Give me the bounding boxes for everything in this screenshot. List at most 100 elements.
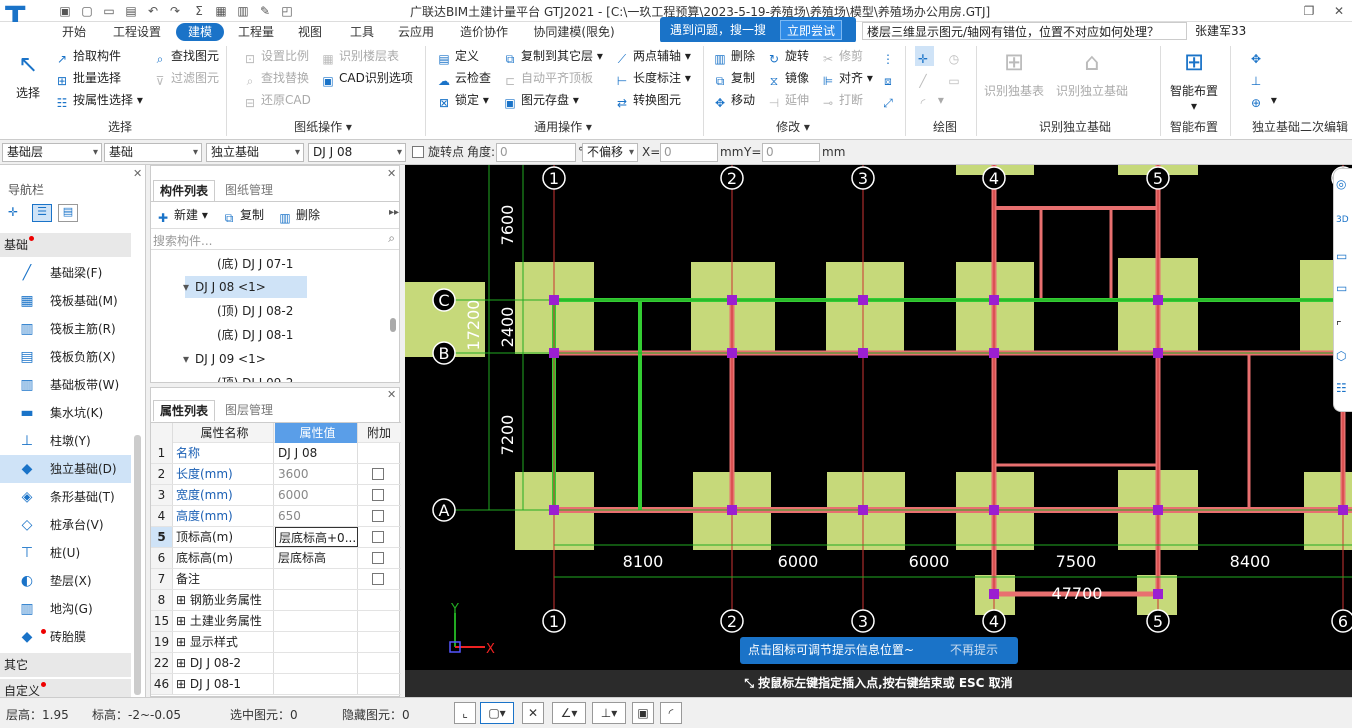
move-button[interactable]: ✥ 移动 [712, 90, 755, 110]
find-element-button[interactable]: ⌕ 查找图元 [152, 46, 219, 66]
arc-toggle-icon[interactable]: ◜ [660, 702, 682, 724]
offset-icon[interactable]: ⧈ [880, 68, 899, 88]
3d-icon[interactable]: 3D [1336, 215, 1349, 225]
more-modify-icon-1[interactable]: ⋮ [880, 46, 899, 66]
tree-item[interactable]: (顶) DJ J 08-2 [217, 300, 293, 322]
tab-property-list[interactable]: 属性列表 [153, 400, 216, 421]
property-value[interactable] [275, 632, 358, 652]
tab-quantity[interactable]: 工程量 [230, 23, 282, 41]
tree-item[interactable]: (底) DJ J 07-1 [217, 253, 293, 275]
align-button[interactable]: ⊫ 对齐 ▾ [820, 68, 873, 88]
component-type-select[interactable]: 独立基础 [206, 143, 304, 162]
extra-checkbox[interactable] [372, 552, 384, 564]
nav-scrollbar[interactable] [134, 435, 141, 695]
property-value[interactable]: 6000 [275, 485, 358, 505]
extend-button[interactable]: ⊣ 延伸 [766, 90, 809, 110]
property-value[interactable] [275, 611, 358, 631]
auto-align-slab-button[interactable]: ⊏ 自动平齐顶板 [502, 68, 593, 88]
expand-icon[interactable]: ▾ [183, 348, 189, 370]
point-draw-button[interactable]: ✛ [915, 46, 934, 66]
restore-icon[interactable]: ❐ [1300, 2, 1318, 20]
pick-component-button[interactable]: ↗ 拾取构件 [54, 46, 121, 66]
identify-table-button[interactable]: ⊞ 识别独基表 [982, 46, 1046, 99]
table-row[interactable]: 6 底标高(m) 层底标高 [151, 548, 401, 569]
nav-category-foundation[interactable]: 基础 [0, 233, 131, 257]
copy-to-floor-button[interactable]: ⧉ 复制到其它层 ▾ [502, 46, 603, 66]
nav-item[interactable]: ◆ 独立基础(D) [0, 455, 131, 483]
select-button[interactable]: ↖ 选择 [8, 48, 48, 101]
lock-button[interactable]: ⊠ 锁定 ▾ [436, 90, 489, 110]
nav-pin-icon[interactable]: ✛ [8, 205, 18, 219]
print-icon[interactable]: ▣ [632, 702, 654, 724]
property-value[interactable] [275, 674, 358, 694]
type-select[interactable]: 基础 [104, 143, 202, 162]
nav-item[interactable]: ▥ 地沟(G) [0, 595, 131, 623]
property-value[interactable]: 层底标高 [275, 548, 358, 568]
floor-select[interactable]: 基础层 [2, 143, 102, 162]
extra-checkbox[interactable] [372, 468, 384, 480]
tree-scrollbar[interactable] [390, 318, 396, 332]
expand-icon[interactable]: ▾ [183, 276, 189, 298]
zoom-icon[interactable]: ⌜ [1336, 319, 1342, 333]
identify-floor-table-button[interactable]: ▦ 识别楼层表 [320, 46, 399, 66]
table-row[interactable]: 15 ⊞ 土建业务属性 [151, 611, 401, 632]
nav-item[interactable]: ⊤ 桩(U) [0, 539, 131, 567]
tree-item-selected[interactable]: ▾ DJ J 08 <1> [183, 276, 307, 298]
nav-item[interactable]: ◈ 条形基础(T) [0, 483, 131, 511]
tab-modeling[interactable]: 建模 [176, 23, 224, 41]
shrink-icon[interactable]: ⤡ [744, 676, 754, 690]
tab-tools[interactable]: 工具 [340, 23, 384, 41]
table-row[interactable]: 46 ⊞ DJ J 08-1 [151, 674, 401, 695]
list-view-icon[interactable]: ☰ [32, 204, 52, 222]
props-close-icon[interactable]: ✕ [387, 388, 396, 401]
nav-item[interactable]: ▥ 筏板主筋(R) [0, 315, 131, 343]
tab-layer-management[interactable]: 图层管理 [219, 400, 279, 421]
component-select[interactable]: DJ J 08 [308, 143, 406, 162]
new-file-icon[interactable]: ▢ [78, 2, 96, 20]
define-button[interactable]: ▤ 定义 [436, 46, 479, 66]
convert-element-button[interactable]: ⇄ 转换图元 [614, 90, 681, 110]
nav-item[interactable]: ▥ 基础板带(W) [0, 371, 131, 399]
delete-button[interactable]: ▥ 删除 [712, 46, 755, 66]
select-by-property-button[interactable]: ☷ 按属性选择 ▾ [54, 90, 143, 110]
user-name[interactable]: 张建军33 [1195, 22, 1246, 40]
open-folder-icon[interactable]: ▭ [100, 2, 118, 20]
summary-icon[interactable]: Σ [190, 2, 208, 20]
table-row[interactable]: 19 ⊞ 显示样式 [151, 632, 401, 653]
property-value[interactable]: 650 [275, 506, 358, 526]
table-row[interactable]: 1 名称 DJ J 08 [151, 443, 401, 464]
arc-draw-button[interactable]: ◜ ▾ [915, 90, 944, 110]
nav-item[interactable]: ◐ 垫层(X) [0, 567, 131, 595]
table-row[interactable]: 5 顶标高(m) 层底标高+0... [151, 527, 401, 548]
nav-item[interactable]: ▤ 筏板负筋(X) [0, 343, 131, 371]
tab-project-settings[interactable]: 工程设置 [106, 23, 168, 41]
drawing-canvas[interactable]: 112233445566ABC8100600060007500840047700… [405, 165, 1352, 670]
secondary-edit-1[interactable]: ✥ [1248, 46, 1267, 66]
detail-view-icon[interactable]: ▤ [58, 204, 78, 222]
rect-draw-button[interactable]: ▭ [946, 68, 965, 88]
tree-item[interactable]: ▾ DJ J 09 <1> [183, 348, 266, 370]
property-value[interactable]: 层底标高+0... [275, 527, 358, 547]
cube-icon[interactable]: ⬡ [1336, 349, 1346, 363]
layer-icon[interactable]: ▭ [1336, 249, 1347, 263]
copy-button[interactable]: ⧉ 复制 [712, 68, 755, 88]
dim-toggle-icon[interactable]: ⊥▾ [592, 702, 626, 724]
batch-select-button[interactable]: ⊞ 批量选择 [54, 68, 121, 88]
tab-drawing-management[interactable]: 图纸管理 [219, 180, 279, 201]
element-save-button[interactable]: ▣ 图元存盘 ▾ [502, 90, 579, 110]
extra-checkbox[interactable] [372, 531, 384, 543]
extra-checkbox[interactable] [372, 489, 384, 501]
filter-element-button[interactable]: ⊽ 过滤图元 [152, 68, 219, 88]
table-row[interactable]: 8 ⊞ 钢筋业务属性 [151, 590, 401, 611]
copy-component-button[interactable]: ⧉ 复制 [221, 205, 264, 225]
tab-start[interactable]: 开始 [50, 23, 98, 41]
tab-cost-collab[interactable]: 造价协作 [452, 23, 516, 41]
complist-close-icon[interactable]: ✕ [387, 167, 396, 180]
table-row[interactable]: 22 ⊞ DJ J 08-2 [151, 653, 401, 674]
rotate-point-button[interactable]: ◷ [946, 46, 965, 66]
save-as-icon[interactable]: ▤ [122, 2, 140, 20]
table-row[interactable]: 3 宽度(mm) 6000 [151, 485, 401, 506]
length-dim-button[interactable]: ⊢ 长度标注 ▾ [614, 68, 691, 88]
x-input[interactable]: 0 [660, 143, 718, 162]
expand-icon[interactable]: ⊞ [176, 656, 190, 670]
